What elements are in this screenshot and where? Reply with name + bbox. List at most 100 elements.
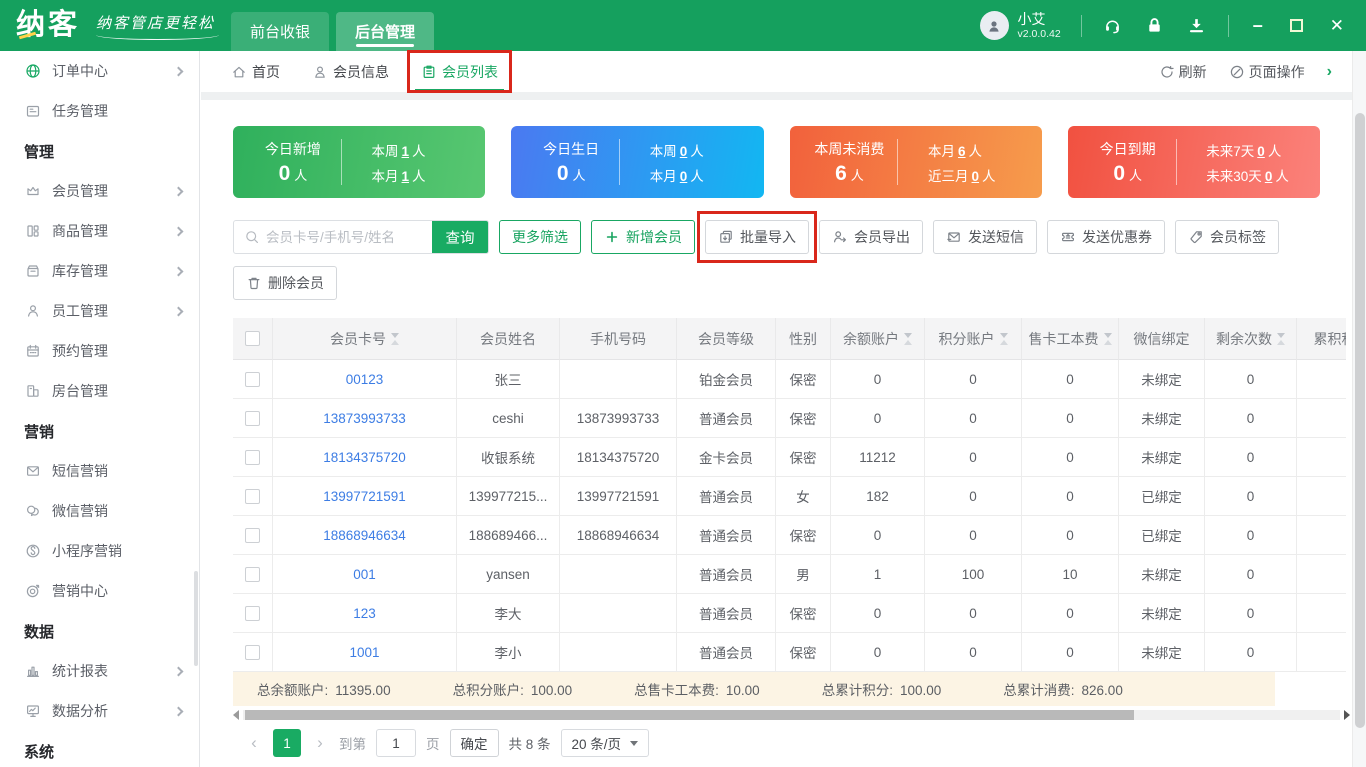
add-member-button[interactable]: 新增会员 [591,220,695,254]
refresh-button[interactable]: 刷新 [1159,62,1207,82]
topbar-tab-1[interactable]: 后台管理 [336,12,435,51]
member-card-link[interactable]: 13873993733 [273,399,457,438]
tab-2[interactable]: 会员列表 [415,51,504,92]
export-member-button[interactable]: 会员导出 [819,220,923,254]
send-coupon-button[interactable]: 发送优惠券 [1047,220,1165,254]
column-header[interactable]: 余额账户 [831,318,925,360]
table-cell: 0 [1022,594,1119,633]
hscroll-track[interactable] [243,710,1340,720]
next-page-button[interactable]: › [311,733,329,753]
sidebar-item[interactable]: 任务管理 [0,91,199,131]
column-header[interactable]: 微信绑定 [1119,318,1205,360]
topbar-tab-0[interactable]: 前台收银 [231,12,330,51]
goto-page-input[interactable]: 1 [376,729,416,757]
sidebar-item[interactable]: 营销中心 [0,571,199,611]
vscroll-thumb[interactable] [1355,113,1365,728]
detail-count-link[interactable]: 0 [680,169,688,184]
sort-icon[interactable] [1103,332,1112,345]
column-header[interactable]: 性别 [776,318,831,360]
sidebar-item[interactable]: 商品管理 [0,211,199,251]
column-header[interactable]: 售卡工本费 [1022,318,1119,360]
row-checkbox[interactable] [245,566,260,582]
current-page-button[interactable]: 1 [273,729,301,757]
sidebar-item[interactable]: 微信营销 [0,491,199,531]
search-input[interactable] [266,229,432,245]
detail-count-link[interactable]: 1 [402,169,410,184]
tab-0[interactable]: 首页 [225,51,286,92]
sidebar-item[interactable]: 小程序营销 [0,531,199,571]
column-header[interactable]: 会员姓名 [457,318,560,360]
sidebar-item[interactable]: 订单中心 [0,51,199,91]
table-cell: 0 [831,399,925,438]
sidebar-item[interactable]: 预约管理 [0,331,199,371]
prev-page-button[interactable]: ‹ [245,733,263,753]
detail-count-link[interactable]: 6 [958,144,966,159]
send-sms-button[interactable]: 发送短信 [933,220,1037,254]
detail-count-link[interactable]: 0 [1265,169,1273,184]
member-card-link[interactable]: 1001 [273,633,457,672]
column-header[interactable]: 累积积分 [1297,318,1346,360]
batch-import-button[interactable]: 批量导入 [705,220,809,254]
member-card-link[interactable]: 123 [273,594,457,633]
row-checkbox[interactable] [245,527,260,543]
sort-icon[interactable] [391,332,399,345]
miniprogram-icon [24,542,42,560]
page-ops-icon [1229,64,1245,80]
column-header[interactable]: 会员等级 [677,318,776,360]
column-header[interactable]: 手机号码 [560,318,677,360]
sidebar-scrollbar[interactable] [194,571,198,666]
member-card-link[interactable]: 00123 [273,360,457,399]
column-header[interactable]: 积分账户 [925,318,1022,360]
vertical-scrollbar[interactable] [1352,51,1366,767]
hscroll-thumb[interactable] [245,710,1134,720]
horizontal-scrollbar[interactable] [233,709,1350,721]
scroll-right-icon[interactable] [1344,710,1350,720]
lock-screen-icon[interactable] [1144,15,1166,37]
row-checkbox[interactable] [245,605,260,621]
maximize-button[interactable] [1289,19,1303,32]
sidebar-item[interactable]: 数据分析 [0,691,199,731]
more-filter-button[interactable]: 更多筛选 [499,220,581,254]
row-checkbox[interactable] [245,488,260,504]
sidebar-item[interactable]: 员工管理 [0,291,199,331]
sort-icon[interactable] [904,332,912,345]
member-card-link[interactable]: 18134375720 [273,438,457,477]
column-header[interactable]: 会员卡号 [273,318,457,360]
sidebar-item[interactable]: 短信营销 [0,451,199,491]
member-tag-button[interactable]: 会员标签 [1175,220,1279,254]
column-header[interactable]: 剩余次数 [1205,318,1297,360]
detail-count-link[interactable]: 0 [1257,144,1265,159]
sidebar-item[interactable]: 统计报表 [0,651,199,691]
scroll-left-icon[interactable] [233,710,239,720]
sidebar-item[interactable]: 房台管理 [0,371,199,411]
delete-member-button[interactable]: 删除会员 [233,266,337,300]
sort-icon[interactable] [999,332,1008,345]
confirm-page-button[interactable]: 确定 [449,729,499,757]
tag-icon [1188,229,1204,245]
detail-count-link[interactable]: 1 [402,144,410,159]
user-menu[interactable]: 小艾 v2.0.0.42 [979,11,1061,40]
download-icon[interactable] [1186,15,1208,37]
page-size-select[interactable]: 20 条/页 [560,729,650,757]
row-checkbox[interactable] [245,449,260,465]
row-checkbox[interactable] [245,644,260,660]
page-ops-button[interactable]: 页面操作 [1229,62,1305,82]
card-detail: 本月 0 人 [649,168,704,184]
member-card-link[interactable]: 13997721591 [273,477,457,516]
row-checkbox[interactable] [245,371,260,387]
sidebar-item[interactable]: 库存管理 [0,251,199,291]
customer-service-icon[interactable] [1102,15,1124,37]
search-button[interactable]: 查询 [432,221,488,253]
minimize-button[interactable]: – [1253,15,1263,36]
detail-count-link[interactable]: 0 [680,144,688,159]
row-checkbox[interactable] [245,410,260,426]
sort-icon[interactable] [1277,332,1285,345]
member-card-link[interactable]: 001 [273,555,457,594]
tab-1[interactable]: 会员信息 [306,51,395,92]
sidebar-item[interactable]: 会员管理 [0,171,199,211]
select-all-checkbox[interactable] [245,331,260,346]
expand-chevron-icon[interactable]: › [1327,63,1332,81]
close-button[interactable]: ✕ [1330,16,1344,36]
member-card-link[interactable]: 18868946634 [273,516,457,555]
detail-count-link[interactable]: 0 [972,169,980,184]
